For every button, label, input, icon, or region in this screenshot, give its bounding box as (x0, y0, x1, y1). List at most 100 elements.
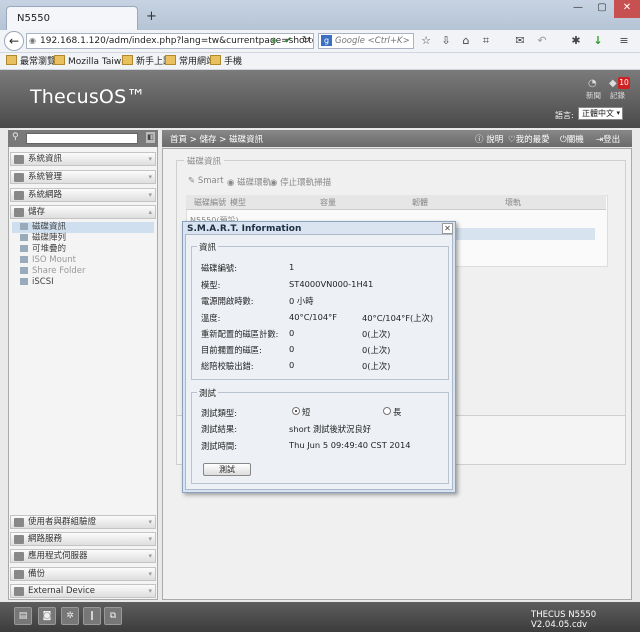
row-value: 0 (289, 360, 295, 370)
network-status-icon[interactable]: ⧉ (104, 607, 122, 625)
home-icon[interactable]: ⌂ (458, 33, 474, 49)
sidebar-cat-net-services[interactable]: 網路服務 ▾ (10, 532, 156, 546)
dialog-title: S.M.A.R.T. Information (187, 224, 302, 234)
bookmark-item[interactable]: 常用網站 (165, 55, 215, 68)
stack-icon (20, 245, 28, 252)
help-icon: ⓘ (475, 135, 484, 145)
row-extra: 0(上次) (362, 329, 391, 339)
heart-icon: ♡ (508, 135, 516, 145)
sidebar-cat-backup[interactable]: 備份 ▾ (10, 567, 156, 581)
row-label: 目前擱置的磁區: (201, 345, 262, 355)
folder-icon (54, 55, 65, 65)
sidebar-collapse-icon[interactable]: ◧ (146, 132, 155, 143)
search-placeholder: Google <Ctrl+K> (335, 36, 410, 46)
row-value: 0 小時 (289, 296, 314, 306)
close-window-button[interactable]: ✕ (614, 0, 640, 18)
test-type-long-radio[interactable] (383, 407, 391, 415)
downloads-icon[interactable]: ⇩ (438, 33, 454, 49)
back-button[interactable]: ← (4, 31, 24, 51)
usb-status-icon[interactable]: ◙ (38, 607, 56, 625)
sidebar-item-iscsi[interactable]: iSCSI (20, 277, 54, 288)
sidebar-cat-system-info[interactable]: 系統資訊 ▾ (10, 152, 156, 166)
tools-icon (14, 173, 24, 182)
temperature-icon[interactable]: ❙ (83, 607, 101, 625)
row-value: 0 (289, 328, 295, 338)
sidebar-item-raid[interactable]: 磁碟陣列 (20, 233, 66, 244)
fan-status-icon[interactable]: ✲ (61, 607, 79, 625)
sidebar-item-iso-mount[interactable]: ISO Mount (20, 255, 76, 266)
chevron-down-icon: ▾ (148, 552, 152, 560)
row-value: 0 (289, 344, 295, 354)
close-icon[interactable]: ✕ (442, 223, 453, 234)
sidebar-search-input[interactable] (26, 133, 138, 144)
test-button[interactable]: 測試 (203, 463, 251, 476)
crop-icon[interactable]: ⌗ (478, 33, 494, 49)
chevron-down-icon: ▾ (148, 535, 152, 543)
reload-icon[interactable]: ↻ (298, 33, 314, 49)
sidebar-item-share-folder[interactable]: Share Folder (20, 266, 86, 277)
language-select[interactable]: 正體中文 ▾ (578, 107, 623, 120)
rss-icon[interactable]: ◔ (588, 78, 597, 89)
col-disk-no[interactable]: 磁碟編號 (194, 197, 226, 208)
new-tab-button[interactable]: + (146, 9, 157, 24)
test-type-short-label[interactable]: 短 (302, 406, 310, 418)
sidebar-cat-storage[interactable]: 儲存 ▴ (10, 205, 156, 219)
language-value: 正體中文 (582, 109, 614, 118)
globe-icon: ◉ (29, 36, 36, 45)
browser-tab[interactable]: N5550 (6, 6, 138, 30)
sidebar-cat-network[interactable]: 系統網路 ▾ (10, 188, 156, 202)
star-icon[interactable]: ☆ (418, 33, 434, 49)
disk-status-icon[interactable]: ▤ (14, 607, 32, 625)
log-label[interactable]: 記錄 (610, 90, 625, 101)
search-input[interactable]: g Google <Ctrl+K> (318, 33, 414, 49)
maximize-button[interactable]: ▢ (590, 0, 614, 18)
log-count-badge: 10 (618, 77, 630, 89)
speech-bubble-icon[interactable]: ◆ (609, 78, 617, 89)
bookmark-item[interactable]: 手機 (210, 55, 242, 68)
addons-icon[interactable]: ✱ (568, 33, 584, 49)
download-arrow-icon[interactable]: ↓ (590, 33, 606, 49)
bookmark-item[interactable]: Mozilla Taiwan (54, 55, 132, 68)
help-link[interactable]: ⓘ 說明 (475, 133, 503, 145)
chat-icon[interactable]: ✉ (512, 33, 528, 49)
row-label: 電源開啟時數: (201, 296, 254, 306)
sidebar-cat-users[interactable]: 使用者與群組驗證 ▾ (10, 515, 156, 529)
news-label[interactable]: 新聞 (586, 90, 601, 101)
arrow-left-icon: ← (8, 34, 20, 48)
shutdown-link[interactable]: ⏻關機 (560, 133, 584, 145)
logout-link[interactable]: ⇥登出 (596, 133, 620, 145)
scan-tool-button[interactable]: ◉ 磁碟環軌 (227, 176, 271, 188)
col-model[interactable]: 模型 (230, 197, 246, 208)
breadcrumb-section[interactable]: 儲存 (200, 135, 217, 145)
sidebar-item-disk-info[interactable]: 磁碟資訊 (12, 222, 154, 233)
language-label: 語言: (555, 111, 574, 120)
row-extra: 40°C/104°F(上次) (362, 313, 434, 323)
bookmark-item[interactable]: 最常瀏覽 (6, 55, 56, 68)
col-bad-block[interactable]: 壞軌 (505, 197, 521, 208)
sidebar-item-stackable[interactable]: 可堆疊的 (20, 244, 66, 255)
sidebar-cat-system-mgmt[interactable]: 系統管理 ▾ (10, 170, 156, 184)
info-legend: 資訊 (197, 241, 219, 253)
smart-tool-button[interactable]: ✎ Smart (188, 176, 224, 186)
undo-icon[interactable]: ↶ (534, 33, 550, 49)
info-icon (14, 155, 24, 164)
col-firmware[interactable]: 韌體 (412, 197, 428, 208)
test-type-short-radio[interactable] (292, 407, 300, 415)
sidebar-cat-external[interactable]: External Device ▾ (10, 584, 156, 598)
stop-scan-tool-button[interactable]: ◉ 停止環軌掃描 (270, 176, 331, 188)
search-icon: ⚲ (12, 132, 19, 142)
row-label: 磁碟編號: (201, 263, 237, 273)
panel-title: 磁碟資訊 (184, 155, 225, 167)
check-icon[interactable]: ✔ (280, 33, 296, 49)
minimize-button[interactable]: — (566, 0, 590, 18)
test-type-long-label[interactable]: 長 (393, 406, 401, 418)
usb-icon (14, 587, 24, 596)
favorite-link[interactable]: ♡我的最愛 (508, 133, 550, 145)
thecus-logo: ThecusOS™ (30, 86, 146, 108)
test-result-value: short 測試後狀況良好 (289, 424, 372, 434)
breadcrumb-home[interactable]: 首頁 (170, 135, 187, 145)
menu-icon[interactable]: ≡ (616, 33, 632, 49)
col-capacity[interactable]: 容量 (320, 197, 336, 208)
sidebar-cat-app-server[interactable]: 應用程式伺服器 ▾ (10, 549, 156, 563)
disc-icon (20, 256, 28, 263)
